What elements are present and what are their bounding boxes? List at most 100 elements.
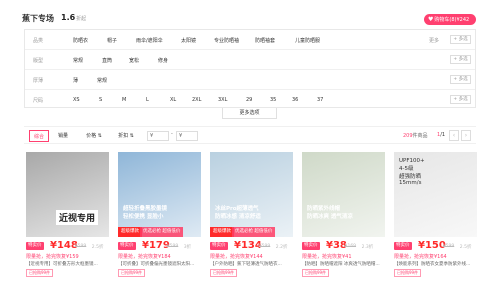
next-page-button[interactable]: › [461, 130, 471, 141]
filter-option[interactable]: 防晒袖套 [255, 37, 275, 44]
sold-count-tag: 已抢购99件 [118, 269, 146, 277]
price-row: 特卖价 ¥148 ¥599 2.5折 [26, 240, 109, 252]
filter-option[interactable]: 薄 [73, 77, 78, 84]
filter-panel: 品类 防晒衣 帽子 雨伞/遮阳伞 太阳镜 专业防晒袖 防晒袖套 儿童防晒服 更多 + 多选 版型 常规… [24, 29, 476, 108]
product-title[interactable]: 【防晒】防晒帽遮阳 冰爽透气防晒帽... [302, 261, 385, 267]
product-image-caption: 冰丝Pro超薄透气 防晒冰感 清凉舒适 [215, 206, 261, 220]
filter-option[interactable]: XL [170, 97, 176, 103]
product-title[interactable]: 【可折叠】可折叠偏光墨镜遮阳太阳... [118, 261, 201, 267]
price-row: 特卖价 ¥134 ¥599 2.2折 [210, 240, 293, 252]
product-title[interactable]: 【焕能系列】防晒衣女夏季防紫外线... [394, 261, 477, 267]
promo-text: 限量抢，抢完恢复¥144 [210, 254, 263, 260]
filter-row: 尺码 XS S M L XL 2XL 3XL 29 35 36 37 + 多选 [25, 90, 475, 110]
filter-option[interactable]: 儿童防晒服 [295, 37, 320, 44]
filter-option[interactable]: 常规 [97, 77, 107, 84]
product-card[interactable]: 超轻折叠黑胶墨镜 轻松便携 显脸小 超级爆款 优选必抢 超值低价 特卖价 ¥179 ¥59… [118, 152, 201, 282]
cart-button[interactable]: ♥购物车(8)¥242 [424, 14, 476, 25]
product-card[interactable]: 冰丝Pro超薄透气 防晒冰感 清凉舒适 超级爆款 优选必抢 超值低价特卖价 ¥134 ¥… [210, 152, 293, 282]
filter-label: 版型 [33, 58, 44, 64]
product-card[interactable]: 近视专用 特卖价 ¥148 ¥599 2.5折 限量抢，抢完恢复¥159 【近视专用】可折叠… [26, 152, 109, 282]
more-options-button[interactable]: 更多选项 [222, 108, 277, 119]
price-range-separator: - [171, 131, 173, 137]
product-price: ¥134 [234, 240, 262, 251]
sold-count-tag: 已抢购99件 [210, 269, 238, 277]
price-max-input[interactable]: ¥ [176, 131, 198, 141]
filter-option[interactable]: 2XL [192, 97, 201, 103]
product-price: ¥148 [50, 240, 78, 251]
sort-tab-discount[interactable]: 折扣 ⇅ [114, 130, 138, 142]
price-badge: 特卖价 [26, 242, 44, 250]
product-image[interactable]: UPF100+ 4-5级 超强防晒 15mm/s [394, 152, 477, 237]
filter-option[interactable]: 帽子 [107, 37, 117, 44]
sort-arrows-icon: ⇅ [97, 133, 102, 139]
filter-option[interactable]: 36 [292, 97, 298, 103]
product-title[interactable]: 【户外防晒】蕉下轻薄透气防晒衣... [210, 261, 293, 267]
sort-tab-comprehensive[interactable]: 综合 [29, 130, 49, 142]
hot-tag: 优选必抢 超值低价 [140, 227, 184, 237]
filter-multi-select-button[interactable]: + 多选 [450, 75, 471, 84]
filter-option[interactable]: 直筒 [102, 57, 112, 64]
filter-option[interactable]: 37 [317, 97, 323, 103]
original-price: ¥599 [442, 244, 455, 249]
header-bar: 蕉下专场 1.6折起 ♥购物车(8)¥242 [0, 0, 500, 26]
product-image-caption: UPF100+ 4-5级 超强防晒 15mm/s [399, 158, 425, 186]
promo-text: 限量抢，抢完恢复¥41 [302, 254, 352, 260]
original-price: ¥599 [74, 244, 87, 249]
filter-option[interactable]: M [122, 97, 126, 103]
filter-option[interactable]: XS [73, 97, 80, 103]
product-image[interactable]: 防晒紫外线帽 防晒冰爽 透气清凉 [302, 152, 385, 237]
filter-option[interactable]: 常规 [73, 57, 83, 64]
filter-option[interactable]: 35 [270, 97, 276, 103]
filter-option[interactable]: 29 [246, 97, 252, 103]
filter-multi-select-button[interactable]: + 多选 [450, 55, 471, 64]
prev-page-button[interactable]: ‹ [449, 130, 459, 141]
filter-row: 版型 常规 直筒 宽松 修身 + 多选 [25, 50, 475, 70]
hot-badge: 超级爆款 [118, 227, 142, 237]
hot-tag: 优选必抢 超值低价 [232, 227, 276, 237]
product-card[interactable]: 防晒紫外线帽 防晒冰爽 透气清凉 特卖价 ¥38 ¥169 2.3折 限量抢，抢完恢复¥4… [302, 152, 385, 282]
filter-option[interactable]: 太阳镜 [181, 37, 196, 44]
product-title[interactable]: 【近视专用】可折叠方形大框墨镜... [26, 261, 109, 267]
filter-option[interactable]: 宽松 [129, 57, 139, 64]
original-price: ¥599 [258, 244, 271, 249]
page-indicator: 1/1 [437, 132, 445, 138]
cart-button-label: 购物车(8)¥242 [434, 17, 470, 23]
filter-option[interactable]: 雨伞/遮阳伞 [136, 37, 163, 44]
discount-rate: 3折 [183, 245, 192, 250]
filter-option[interactable]: 3XL [218, 97, 227, 103]
sort-tab-price-label: 价格 [86, 133, 97, 139]
discount-rate: 2.5折 [459, 245, 472, 250]
price-min-input[interactable]: ¥ [147, 131, 169, 141]
filter-option[interactable]: S [99, 97, 102, 103]
heart-icon: ♥ [428, 16, 434, 23]
price-badge: 特卖价 [302, 242, 320, 250]
product-price: ¥150 [418, 240, 446, 251]
product-card[interactable]: UPF100+ 4-5级 超强防晒 15mm/s 特卖价 ¥150 ¥599 2.5折限… [394, 152, 477, 282]
filter-option[interactable]: 防晒衣 [73, 37, 88, 44]
sort-tab-sales[interactable]: 销量 [54, 130, 72, 142]
promo-text: 限量抢，抢完恢复¥159 [26, 254, 79, 260]
product-image[interactable]: 超轻折叠黑胶墨镜 轻松便携 显脸小超级爆款 优选必抢 超值低价 [118, 152, 201, 237]
result-count-label: 件商品 [412, 133, 428, 139]
filter-multi-select-button[interactable]: + 多选 [450, 95, 471, 104]
filter-option[interactable]: L [146, 97, 149, 103]
product-image-caption: 近视专用 [56, 210, 99, 225]
product-image-caption: 超轻折叠黑胶墨镜 轻松便携 显脸小 [123, 206, 168, 220]
result-count: 209件商品 [403, 132, 428, 139]
product-image[interactable]: 近视专用 [26, 152, 109, 237]
filter-multi-select-button[interactable]: + 多选 [450, 35, 471, 44]
filter-label: 尺码 [33, 98, 44, 104]
filter-row: 品类 防晒衣 帽子 雨伞/遮阳伞 太阳镜 专业防晒袖 防晒袖套 儿童防晒服 更多 + 多选 [25, 30, 475, 50]
discount-rate: 2.3折 [361, 245, 374, 250]
discount-summary: 1.6折起 [61, 13, 86, 22]
sort-tab-price[interactable]: 价格 ⇅ [82, 130, 106, 142]
filter-row: 厚薄 薄 常规 + 多选 [25, 70, 475, 90]
filter-option[interactable]: 专业防晒袖 [214, 37, 239, 44]
product-image-caption: 防晒紫外线帽 防晒冰爽 透气清凉 [307, 206, 353, 220]
promo-text: 限量抢，抢完恢复¥164 [394, 254, 447, 260]
sort-tab-discount-label: 折扣 [118, 133, 129, 139]
discount-unit: 折起 [76, 16, 87, 22]
filter-more-button[interactable]: 更多 [429, 37, 439, 44]
product-image[interactable]: 冰丝Pro超薄透气 防晒冰感 清凉舒适 超级爆款 优选必抢 超值低价 [210, 152, 293, 237]
filter-option[interactable]: 修身 [158, 57, 168, 64]
